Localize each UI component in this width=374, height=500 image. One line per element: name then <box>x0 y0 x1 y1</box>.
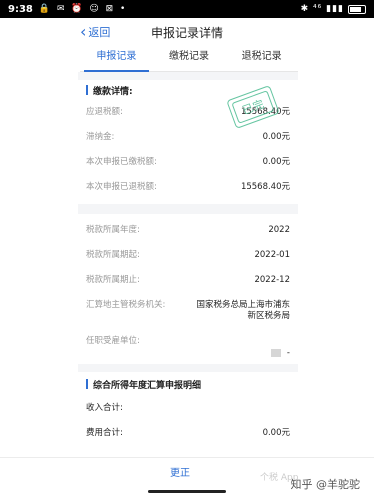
chevron-left-icon: ‹ <box>80 22 87 41</box>
row-period-start: 税款所属期起: 2022-01 <box>78 243 298 268</box>
record-tabs: 申报记录 缴税记录 退税记录 <box>80 46 298 72</box>
row-label: 费用合计: <box>86 428 123 438</box>
row-label: 任职受雇单位: <box>86 336 140 346</box>
row-label: 应退税额: <box>86 107 123 117</box>
battery-icon <box>348 4 366 14</box>
employer-value: - <box>270 329 290 366</box>
row-label: 本次申报已缴税额: <box>86 157 157 167</box>
annual-summary-card: 综合所得年度汇算申报明细 收入合计: 费用合计: 0.00元 <box>78 372 298 457</box>
summary-section-title: 综合所得年度汇算申报明细 <box>93 380 202 391</box>
row-label: 税款所属期止: <box>86 275 140 285</box>
section-marker <box>86 379 88 389</box>
status-bar: 9:38 🔒 ✉ ⏰ ☺ ⊠ • ✱ ⁴⁶ ▮▮▮ <box>0 0 374 18</box>
detail-content: 缴款详情: 已完 应退税额: 15568.40元 滞纳金: 0.00元 本次申报… <box>78 72 298 457</box>
row-tax-year: 税款所属年度: 2022 <box>78 218 298 243</box>
home-indicator[interactable] <box>148 490 226 493</box>
page-title: 申报记录详情 <box>150 25 223 40</box>
row-expense-total: 费用合计: 0.00元 <box>78 421 298 446</box>
row-value: - <box>286 348 290 358</box>
tab-payment-records[interactable]: 缴税记录 <box>153 46 226 71</box>
tax-info-card: 税款所属年度: 2022 税款所属期起: 2022-01 税款所属期止: 202… <box>78 214 298 364</box>
row-value: 国家税务总局上海市浦东新区税务局 <box>196 300 290 321</box>
row-label: 税款所属期起: <box>86 250 140 260</box>
redacted-block <box>270 348 281 357</box>
row-value: 15568.40元 <box>240 182 290 192</box>
payment-section-title: 缴款详情: <box>93 86 133 97</box>
row-label: 收入合计: <box>86 403 123 413</box>
status-time: 9:38 <box>8 3 33 15</box>
row-value: 2022-01 <box>254 250 290 260</box>
section-marker <box>86 85 88 95</box>
payment-details-card: 缴款详情: 已完 应退税额: 15568.40元 滞纳金: 0.00元 本次申报… <box>78 80 298 204</box>
row-label: 本次申报已退税额: <box>86 182 157 192</box>
row-value: 2022-12 <box>254 275 290 285</box>
signal-icon: ✱ ⁴⁶ ▮▮▮ <box>300 4 344 14</box>
row-label: 滞纳金: <box>86 132 115 142</box>
row-value: 2022 <box>268 225 290 235</box>
back-button[interactable]: ‹ 返回 <box>80 18 110 46</box>
zhihu-watermark: 知乎 @羊驼驼 <box>290 478 361 491</box>
summary-section-header: 综合所得年度汇算申报明细 <box>78 372 298 396</box>
notification-icons: 🔒 ✉ ⏰ ☺ ⊠ • <box>38 4 128 14</box>
tab-declaration-records[interactable]: 申报记录 <box>80 46 153 72</box>
row-value: 0.00元 <box>262 428 290 438</box>
row-value: 0.00元 <box>262 132 290 142</box>
row-label: 税款所属年度: <box>86 225 140 235</box>
row-paid-amount: 本次申报已缴税额: 0.00元 <box>78 150 298 175</box>
signal-icons: ✱ ⁴⁶ ▮▮▮ <box>301 4 366 14</box>
row-label: 汇算地主管税务机关: <box>86 300 166 310</box>
navigation-bar: ‹ 返回 申报记录详情 <box>0 18 374 46</box>
row-employer: 任职受雇单位: - <box>78 329 298 367</box>
row-refunded-amount: 本次申报已退税额: 15568.40元 <box>78 175 298 200</box>
row-late-fee: 滞纳金: 0.00元 <box>78 125 298 150</box>
row-income-total: 收入合计: <box>78 396 298 421</box>
back-label: 返回 <box>88 26 111 39</box>
tab-refund-records[interactable]: 退税记录 <box>225 46 298 71</box>
row-period-end: 税款所属期止: 2022-12 <box>78 268 298 293</box>
row-tax-authority: 汇算地主管税务机关: 国家税务总局上海市浦东新区税务局 <box>78 293 298 329</box>
row-value: 0.00元 <box>262 157 290 167</box>
correct-button[interactable]: 更正 <box>170 464 190 479</box>
